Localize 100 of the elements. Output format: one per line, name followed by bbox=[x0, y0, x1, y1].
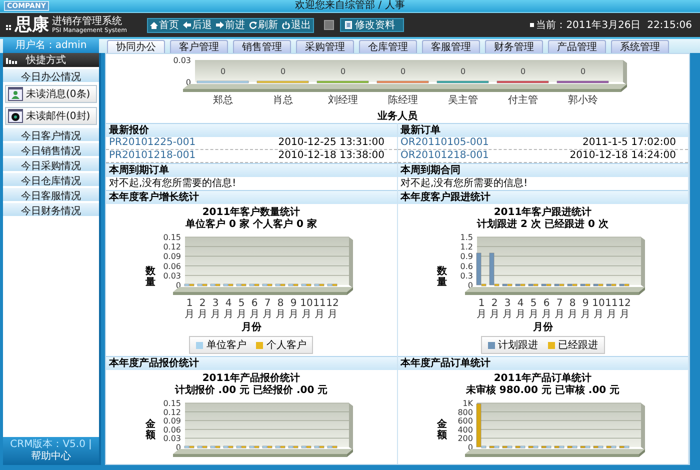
axis-category-label: 10月 bbox=[300, 298, 314, 319]
sidebar-card[interactable]: 未读邮件(0封) bbox=[5, 107, 97, 125]
menu-tab[interactable]: 财务管理 bbox=[485, 40, 543, 53]
axis-category-label: 郑总 bbox=[212, 95, 232, 106]
home-button[interactable]: 首页 bbox=[148, 18, 181, 32]
forward-button[interactable]: 前进 bbox=[214, 18, 247, 32]
axis-tick-label: 600 bbox=[457, 416, 473, 426]
axis-category-label: 1月 bbox=[184, 298, 195, 319]
menu-tab[interactable]: 协同办公 bbox=[107, 40, 165, 53]
axis-title: 数量 bbox=[436, 266, 447, 288]
sidebar-item[interactable]: 今日客服情况 bbox=[3, 188, 99, 201]
axis-tick-label: 0.9 bbox=[460, 252, 473, 262]
axis-category-label: 肖总 bbox=[272, 95, 292, 106]
axis-category-label: 4月 bbox=[224, 298, 234, 319]
axis-category-label: 8月 bbox=[276, 298, 286, 319]
edit-profile-button[interactable]: 修改资料 bbox=[340, 18, 404, 32]
refresh-button[interactable]: 刷新 bbox=[246, 18, 280, 32]
sidebar-item[interactable]: 今日采购情况 bbox=[3, 158, 99, 171]
axis-tick-label: 0.03 bbox=[163, 434, 182, 444]
axis-category-label: 1月 bbox=[476, 298, 486, 319]
section-header: 最新报价 bbox=[106, 123, 396, 137]
shortcut-title: 快捷方式 bbox=[26, 54, 66, 67]
section-header: 本周到期订单 bbox=[106, 163, 396, 177]
legend-label: 单位客户 bbox=[206, 338, 246, 352]
back-button[interactable]: 后退 bbox=[180, 18, 214, 32]
system-name: 进销存管理系统 bbox=[52, 16, 123, 27]
menu-tab[interactable]: 系统管理 bbox=[611, 40, 669, 53]
section-header: 本年度客户增长统计 bbox=[106, 190, 396, 204]
axis-category-label: 4月 bbox=[515, 298, 526, 319]
logo-text: 思康 bbox=[15, 15, 49, 35]
axis-category-label: 9月 bbox=[288, 298, 299, 319]
legend-label: 个人客户 bbox=[266, 338, 306, 352]
axis-category-label: 吴主管 bbox=[448, 95, 478, 106]
section-header: 最新订单 bbox=[398, 123, 688, 137]
data-label: 0 bbox=[340, 67, 346, 76]
chart-title: 2011年产品报价统计 bbox=[202, 373, 300, 384]
power-icon bbox=[282, 21, 290, 29]
axis-tick-label: 0.12 bbox=[163, 242, 182, 252]
axis-category-label: 11月 bbox=[604, 298, 618, 319]
logout-button[interactable]: 退出 bbox=[280, 18, 313, 32]
section-header: 本周到期合同 bbox=[398, 163, 688, 177]
sidebar-card[interactable]: 未读消息(0条) bbox=[5, 85, 97, 103]
axis-category-label: 5月 bbox=[528, 298, 538, 319]
axis-title: 月份 bbox=[532, 322, 553, 334]
left-arrow-icon bbox=[182, 21, 191, 29]
axis-category-label: 刘经理 bbox=[328, 95, 358, 106]
sidebar-item[interactable]: 今日仓库情况 bbox=[3, 173, 99, 186]
axis-category-label: 3月 bbox=[502, 298, 512, 319]
axis-category-label: 12月 bbox=[326, 298, 340, 319]
square-icon bbox=[324, 20, 334, 30]
record-link[interactable]: PR20101218-001 bbox=[109, 150, 196, 162]
legend-label: 已经跟进 bbox=[558, 338, 598, 352]
record-link[interactable]: OR20101218-001 bbox=[400, 150, 489, 162]
username-header: 用户名：admin bbox=[3, 39, 99, 53]
axis-tick-label: 0.03 bbox=[172, 56, 190, 65]
chart-subtitle: 计划跟进 2 次 已经跟进 0 次 bbox=[477, 219, 608, 231]
axis-tick-label: 200 bbox=[457, 434, 473, 444]
date-time-text: 当前：2011年3月26日 22:15:06 bbox=[536, 18, 692, 32]
menu-tab[interactable]: 销售管理 bbox=[233, 40, 291, 53]
refresh-icon bbox=[248, 21, 257, 29]
axis-category-label: 陈经理 bbox=[388, 95, 418, 106]
record-time: 2010-12-18 14:24:00 bbox=[570, 150, 676, 162]
axis-tick-label: 0.09 bbox=[163, 252, 182, 262]
record-time: 2010-12-18 13:38:00 bbox=[278, 150, 384, 162]
axis-category-label: 9月 bbox=[580, 298, 590, 319]
axis-tick-label: 1.2 bbox=[460, 242, 473, 252]
right-arrow-icon bbox=[216, 21, 224, 29]
axis-title: 月份 bbox=[241, 322, 262, 334]
version-text: CRM版本：V5.0 bbox=[10, 439, 86, 450]
menu-tab[interactable]: 客服管理 bbox=[422, 40, 480, 53]
data-label: 0 bbox=[280, 67, 286, 76]
axis-category-label: 8月 bbox=[567, 298, 578, 319]
menu-tab[interactable]: 采购管理 bbox=[296, 40, 354, 53]
bullet-icon bbox=[530, 23, 534, 27]
axis-title: 业务人员 bbox=[378, 111, 418, 123]
menu-tab[interactable]: 仓库管理 bbox=[359, 40, 417, 53]
record-time: 2011-1-5 17:02:00 bbox=[582, 137, 676, 149]
help-link[interactable]: 帮助中心 bbox=[31, 451, 71, 463]
chart-title: 2011年客户跟进统计 bbox=[494, 207, 592, 218]
data-label: 0 bbox=[220, 67, 226, 76]
data-label: 0 bbox=[580, 67, 586, 76]
menu-tab[interactable]: 客户管理 bbox=[170, 40, 228, 53]
menu-tab[interactable]: 产品管理 bbox=[548, 40, 606, 53]
legend-label: 计划跟进 bbox=[498, 338, 538, 352]
record-link[interactable]: OR20110105-001 bbox=[400, 137, 489, 149]
sidebar-item[interactable]: 今日销售情况 bbox=[3, 143, 99, 156]
home-icon bbox=[150, 21, 158, 29]
axis-category-label: 12月 bbox=[618, 298, 631, 319]
record-link[interactable]: PR20101225-001 bbox=[109, 137, 196, 149]
sidebar-item[interactable]: 今日办公情况 bbox=[3, 69, 99, 82]
sidebar-item[interactable]: 今日客户情况 bbox=[3, 128, 99, 141]
axis-tick-label: 0.12 bbox=[163, 408, 182, 417]
axis-tick-label: 0.15 bbox=[163, 399, 182, 408]
document-icon bbox=[344, 21, 352, 29]
data-label: 0 bbox=[400, 67, 406, 76]
empty-message: 对不起,没有您所需要的信息! bbox=[108, 177, 238, 190]
sidebar-item[interactable]: 今日财务情况 bbox=[3, 203, 99, 216]
axis-category-label: 7月 bbox=[554, 298, 564, 319]
separator-text: | bbox=[88, 439, 92, 451]
section-header: 本年度产品报价统计 bbox=[106, 356, 396, 370]
